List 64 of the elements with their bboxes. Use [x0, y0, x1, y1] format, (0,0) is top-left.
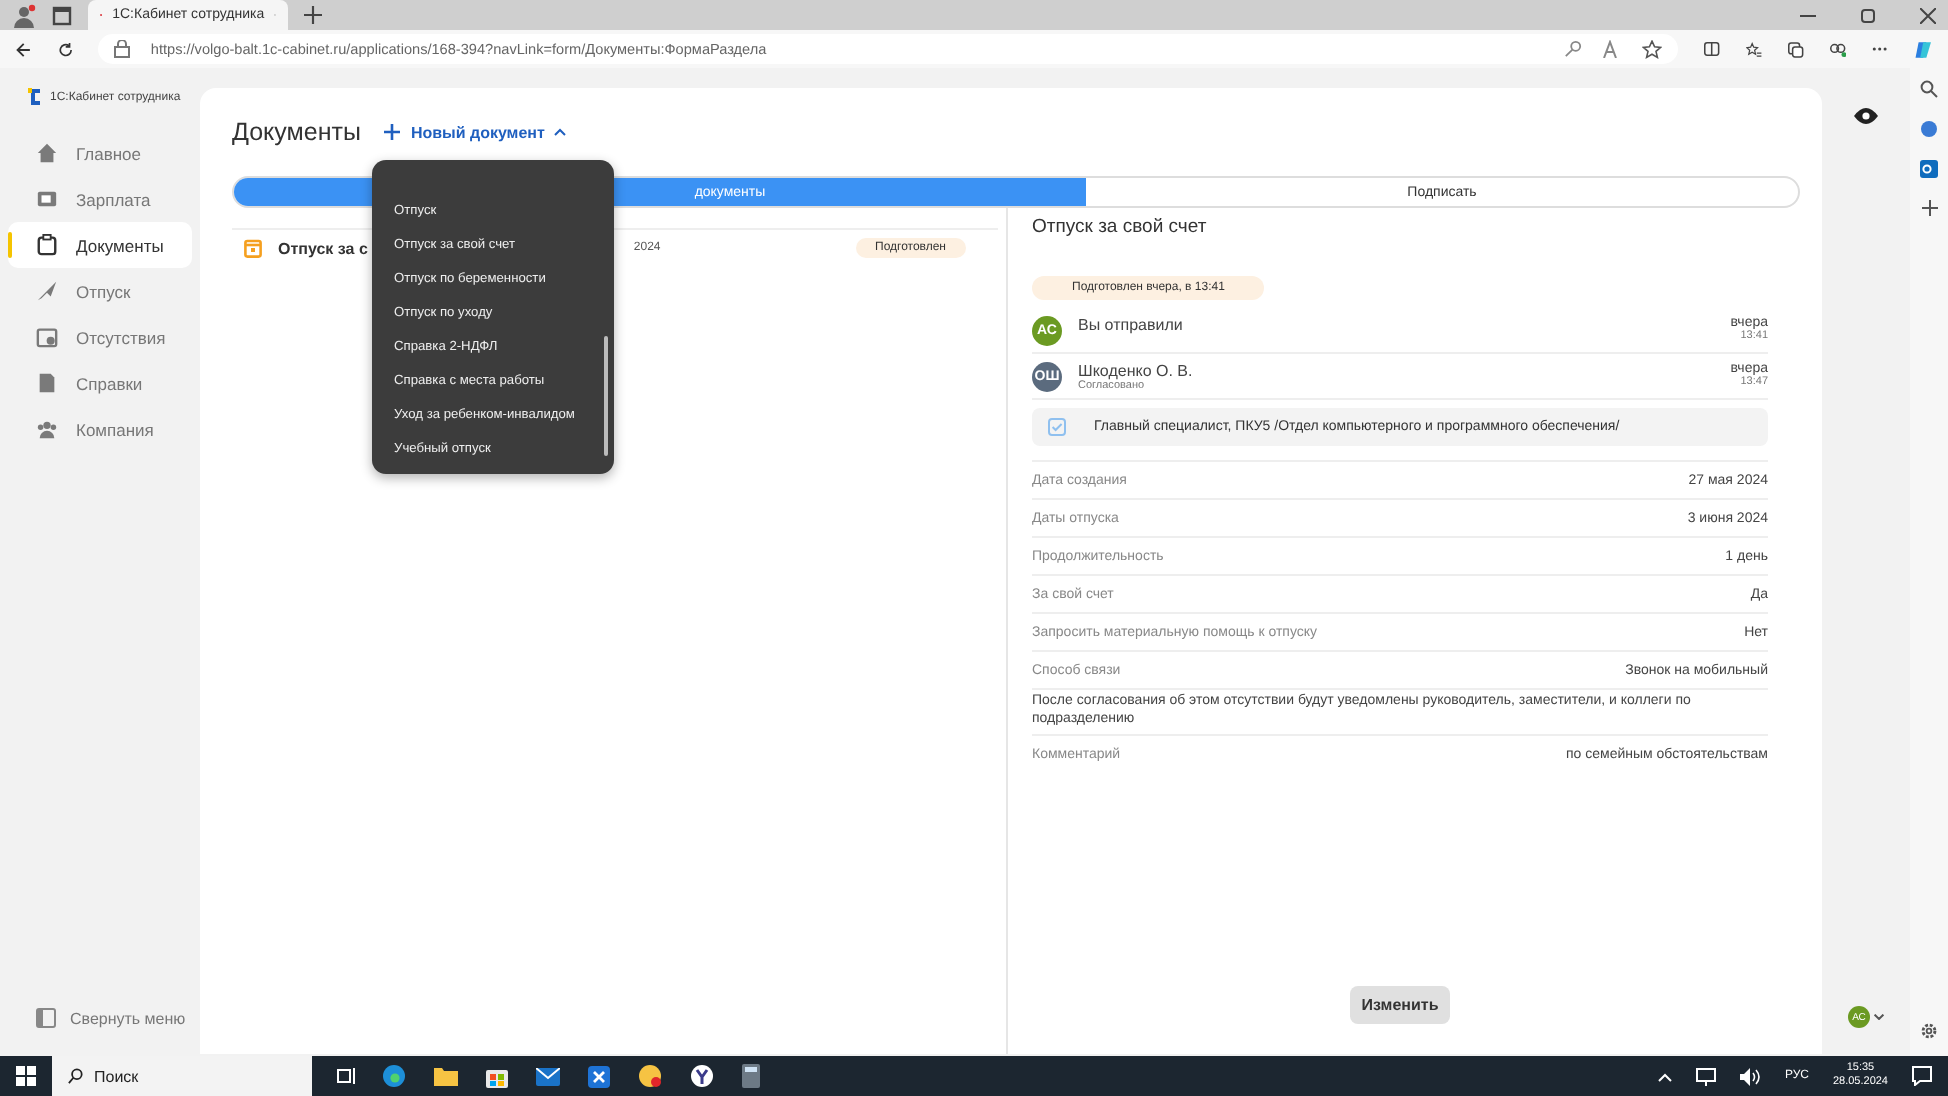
store-icon[interactable]	[486, 1065, 508, 1087]
read-aloud-icon[interactable]	[1602, 40, 1623, 58]
nav-item[interactable]: Документы	[8, 222, 192, 268]
search-icon[interactable]	[1920, 80, 1938, 98]
folder-icon[interactable]	[434, 1066, 458, 1086]
notification-icon[interactable]	[1912, 1066, 1932, 1086]
more-icon[interactable]	[1872, 46, 1888, 52]
split-screen-icon[interactable]	[1704, 40, 1721, 58]
browser-icon[interactable]	[690, 1064, 714, 1088]
calculator-icon[interactable]	[742, 1064, 760, 1088]
key-icon[interactable]	[1564, 40, 1583, 58]
document-title: Отпуск за с	[278, 239, 368, 257]
nav-item[interactable]: Отпуск	[8, 268, 192, 314]
nav-item[interactable]: Отсутствия	[8, 314, 192, 360]
chevron-up-icon[interactable]	[1658, 1071, 1673, 1081]
network-icon[interactable]	[1696, 1067, 1717, 1085]
wallet-icon	[36, 188, 58, 210]
calendar-icon	[244, 238, 262, 258]
people-icon	[36, 418, 58, 440]
restore-icon[interactable]	[1860, 7, 1876, 23]
back-icon[interactable]	[16, 39, 32, 59]
checkbox-icon	[1048, 418, 1066, 436]
lock-icon	[114, 40, 131, 58]
collapse-menu-button[interactable]: Свернуть меню	[8, 1008, 192, 1028]
new-document-button[interactable]: Новый документ	[384, 123, 567, 141]
nav-item[interactable]: Компания	[8, 406, 192, 452]
extension-icon[interactable]	[1829, 39, 1846, 59]
collections-icon[interactable]	[1787, 39, 1804, 59]
app-icon[interactable]	[588, 1065, 610, 1087]
calendar-icon	[36, 326, 58, 348]
favorites-icon[interactable]	[1746, 39, 1762, 59]
nav-item[interactable]: Справки	[8, 360, 192, 406]
edit-button[interactable]: Изменить	[1349, 986, 1451, 1024]
caret-icon	[554, 128, 567, 136]
star-icon[interactable]	[1642, 39, 1663, 59]
mail-icon[interactable]	[536, 1067, 560, 1085]
add-icon[interactable]	[1921, 200, 1937, 216]
event-author: Вы отправили	[1078, 316, 1185, 334]
nav-item[interactable]: Зарплата	[8, 176, 192, 222]
settings-icon[interactable]	[1920, 1022, 1938, 1040]
panel-icon	[36, 1008, 56, 1028]
taskbar-search[interactable]: Поиск	[52, 1056, 312, 1096]
profile-icon[interactable]	[12, 3, 36, 27]
search-icon	[68, 1068, 84, 1084]
file-icon	[36, 372, 58, 394]
start-icon[interactable]	[16, 1066, 36, 1086]
logo-icon	[28, 88, 42, 106]
speaker-icon[interactable]	[1740, 1067, 1761, 1085]
page-title: Документы	[232, 118, 361, 146]
caret-icon	[1874, 1014, 1884, 1020]
clipboard-icon	[36, 234, 58, 256]
new-tab-icon[interactable]	[304, 6, 322, 24]
plus-icon	[384, 124, 401, 140]
app-icon[interactable]	[638, 1064, 662, 1088]
nav-item[interactable]: Главное	[8, 130, 192, 176]
tab-actions-icon[interactable]	[52, 5, 72, 25]
detail-title: Отпуск за свой счет	[1032, 216, 1209, 242]
event-author: Шкоденко О. В.	[1078, 362, 1195, 380]
reload-icon[interactable]	[57, 39, 73, 59]
eye-icon[interactable]	[1854, 108, 1878, 124]
home-icon	[36, 142, 58, 164]
scrollbar[interactable]	[604, 336, 608, 456]
task-view-icon[interactable]	[336, 1066, 356, 1086]
plane-icon	[36, 280, 58, 302]
